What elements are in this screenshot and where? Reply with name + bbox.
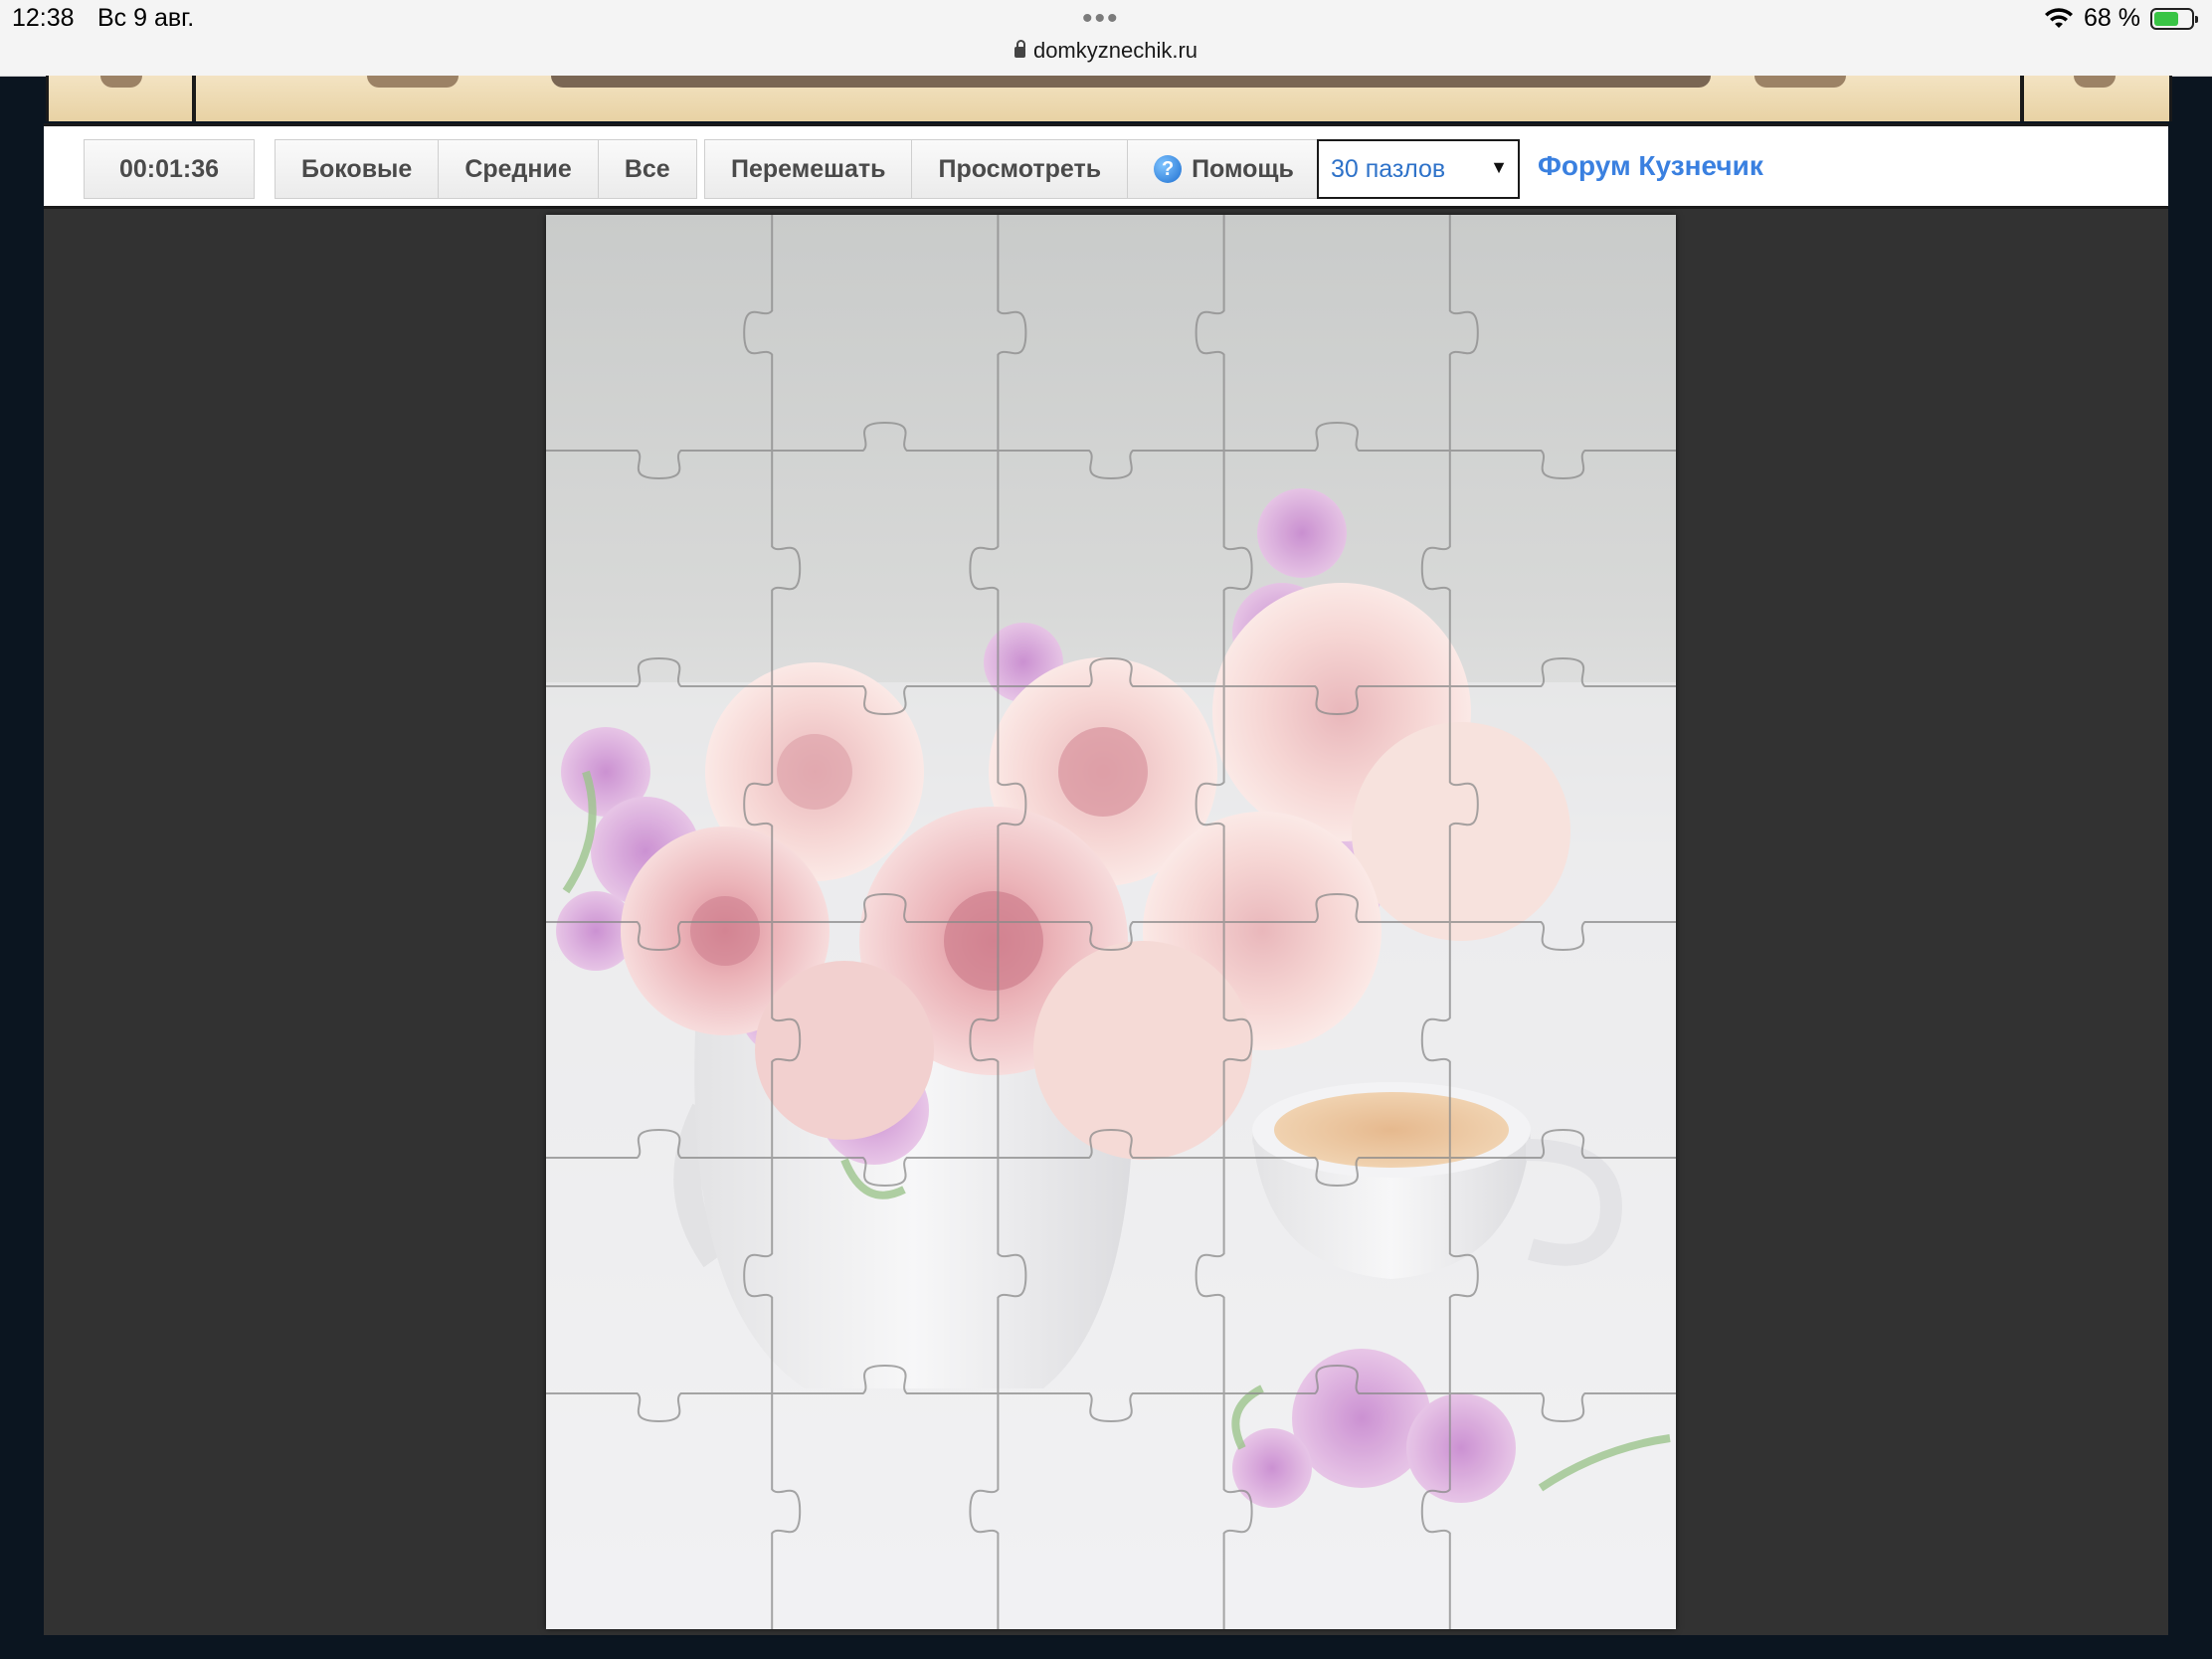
puzzle-toolbar: 00:01:36 Боковые Средние Все Перемешать … [44,123,2168,209]
more-dots-icon[interactable]: ••• [1082,2,1120,36]
puzzle-image [546,215,1676,1629]
header-ornament [1754,76,1846,88]
header-ornament [100,76,142,88]
wifi-icon [2045,7,2074,28]
site-header-decoration [46,76,2172,121]
header-divider [192,76,196,121]
preview-button[interactable]: Просмотреть [912,140,1129,198]
header-ornament [2074,76,2116,88]
url-text: domkyznechik.ru [1032,38,1198,63]
lock-icon [1014,40,1025,58]
battery-percent: 68 % [2084,4,2140,32]
piece-count-select[interactable]: 30 пазлов ▼ [1317,139,1520,199]
filter-button-group: Боковые Средние Все [275,139,697,199]
status-date: Вс 9 авг. [97,4,195,32]
header-divider [2020,76,2024,121]
chevron-down-icon: ▼ [1490,157,1508,177]
header-ornament [367,76,459,88]
piece-count-value: 30 пазлов [1331,154,1446,183]
middle-pieces-button[interactable]: Средние [439,140,599,198]
status-right: 68 % [2044,4,2198,33]
action-button-group: Перемешать Просмотреть ? Помощь [704,139,1321,199]
help-button[interactable]: ? Помощь [1128,140,1320,198]
header-banner [551,76,1711,88]
forum-link[interactable]: Форум Кузнечик [1538,150,1763,182]
help-icon: ? [1154,155,1183,183]
puzzle-board[interactable] [546,215,1676,1629]
timer-display: 00:01:36 [84,139,255,199]
edge-pieces-button[interactable]: Боковые [276,140,440,198]
shuffle-button[interactable]: Перемешать [705,140,913,198]
status-time: 12:38 [12,4,75,32]
battery-icon [2150,7,2198,30]
all-pieces-button[interactable]: Все [598,140,696,198]
status-bar: 12:38 Вс 9 авг. ••• domkyznechik.ru 68 % [0,0,2212,77]
address-bar[interactable]: domkyznechik.ru [0,38,2212,64]
help-label: Помощь [1192,154,1294,183]
puzzle-play-area [44,209,2168,1635]
